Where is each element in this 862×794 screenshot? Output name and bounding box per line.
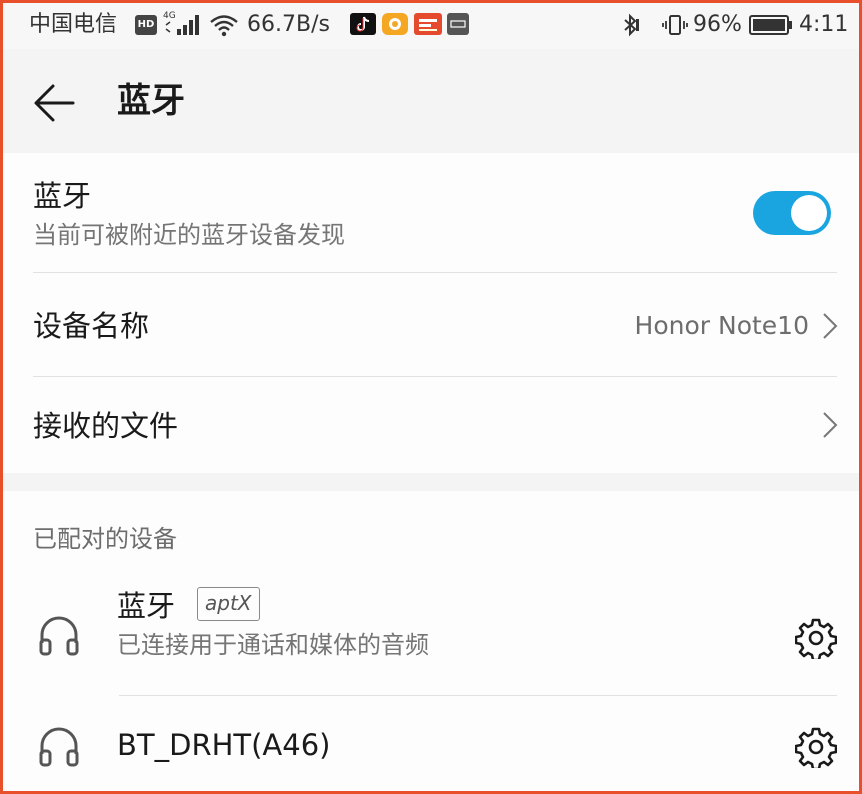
orange-app-icon	[382, 13, 408, 35]
news-app-icon	[414, 13, 442, 35]
gray-app-icon	[447, 13, 469, 35]
received-files-row[interactable]: 接收的文件	[3, 377, 859, 473]
battery-icon	[749, 15, 793, 39]
paired-devices-card: 已配对的设备 蓝牙 aptX 已连接用于通话和媒体的音频 BT_DRHT(A46…	[3, 491, 859, 791]
screen-frame: 中国电信 HD 4G 66.7B/s 96% 4:11 蓝牙 蓝牙 当前可被附近…	[0, 0, 862, 794]
paired-device-row[interactable]: 蓝牙 aptX 已连接用于通话和媒体的音频	[3, 577, 859, 695]
paired-devices-header: 已配对的设备	[33, 525, 177, 553]
chevron-right-icon	[821, 311, 839, 341]
device-name-value: Honor Note10	[634, 311, 809, 340]
received-files-label: 接收的文件	[33, 409, 179, 443]
gear-icon[interactable]	[794, 726, 838, 771]
app-bar: 蓝牙	[3, 49, 859, 153]
device-name-label: 设备名称	[33, 309, 150, 343]
tiktok-icon	[350, 13, 376, 35]
clock: 4:11	[799, 12, 849, 37]
device-name: 蓝牙	[117, 589, 176, 623]
bluetooth-toggle-title: 蓝牙	[33, 179, 92, 213]
switch-knob	[791, 195, 827, 231]
network-speed: 66.7B/s	[247, 12, 330, 37]
device-name: BT_DRHT(A46)	[117, 728, 331, 762]
page-title: 蓝牙	[117, 81, 185, 121]
device-status: 已连接用于通话和媒体的音频	[117, 631, 429, 659]
hd-badge: HD	[135, 15, 157, 35]
battery-percent: 96%	[693, 12, 742, 37]
vibrate-icon	[661, 13, 689, 41]
gear-icon[interactable]	[794, 617, 838, 662]
chevron-right-icon	[821, 410, 839, 440]
bluetooth-toggle-row[interactable]: 蓝牙 当前可被附近的蓝牙设备发现	[3, 153, 859, 273]
bluetooth-switch[interactable]	[753, 191, 831, 235]
bluetooth-settings-card: 蓝牙 当前可被附近的蓝牙设备发现 设备名称 Honor Note10 接收的文件	[3, 153, 859, 473]
device-name-row[interactable]: 设备名称 Honor Note10	[3, 273, 859, 377]
status-bar: 中国电信 HD 4G 66.7B/s 96% 4:11	[3, 3, 859, 49]
wifi-icon	[209, 13, 239, 41]
back-arrow-icon[interactable]	[25, 75, 81, 131]
bluetooth-status-icon	[621, 13, 641, 41]
carrier-label: 中国电信	[29, 12, 118, 37]
paired-device-row[interactable]: BT_DRHT(A46)	[3, 696, 859, 791]
headphones-icon	[37, 613, 81, 657]
signal-icon: 4G	[163, 11, 203, 37]
aptx-codec-badge: aptX	[197, 587, 260, 621]
headphones-icon	[37, 724, 81, 768]
bluetooth-toggle-subtitle: 当前可被附近的蓝牙设备发现	[33, 221, 345, 249]
